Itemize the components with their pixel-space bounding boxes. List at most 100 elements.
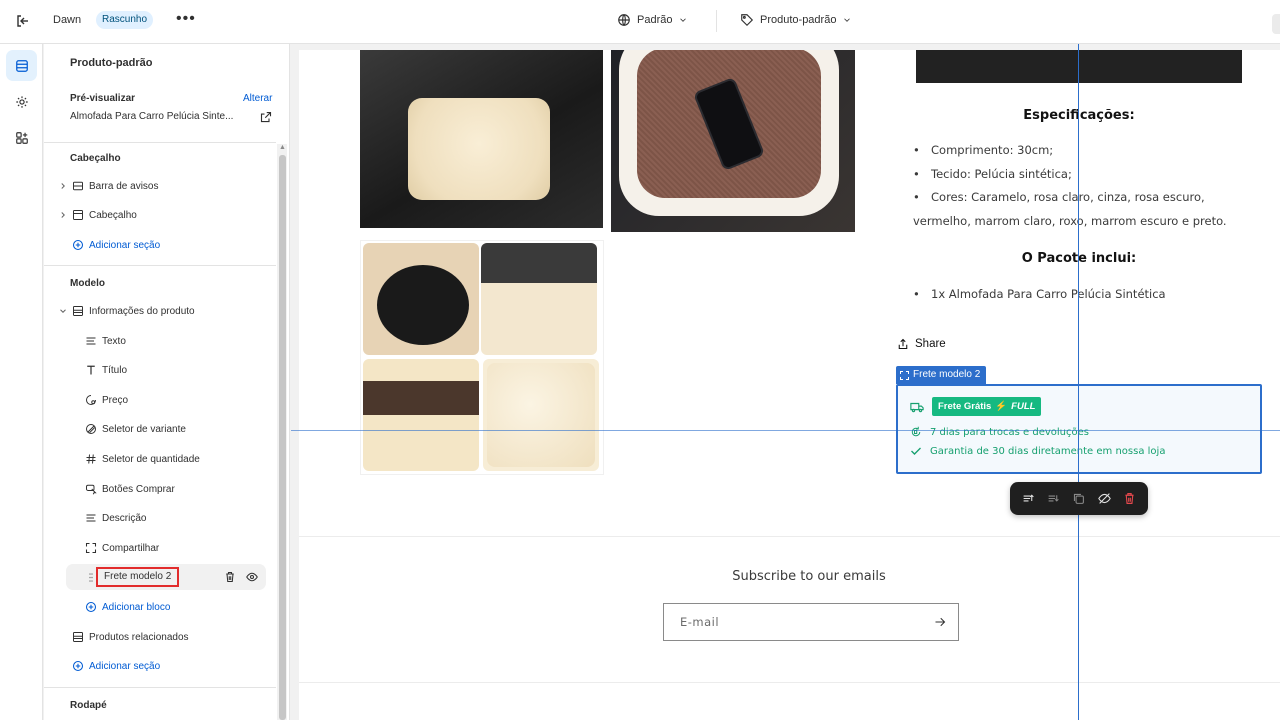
block-label: Botões Comprar [102,483,175,495]
block-tag[interactable]: Frete modelo 2 [896,366,987,384]
duplicate-button[interactable] [1069,489,1089,509]
share-icon [898,338,908,350]
section-label: Barra de avisos [89,180,159,192]
returns-text: 7 dias para trocas e devoluções [930,426,1089,438]
section-item-related-products[interactable]: Produtos relacionados [44,624,276,650]
trash-icon[interactable] [224,571,236,583]
shipping-block[interactable]: Frete Grátis ⚡ FULL 7 dias para trocas e d… [896,384,1262,474]
alignment-guide-vertical [1078,44,1079,720]
move-up-button[interactable] [1019,489,1039,509]
section-heading-footer: Rodapé [70,700,107,711]
divider [299,682,1280,683]
truck-icon [910,402,924,412]
template-selector[interactable]: Produto-padrão [740,13,852,27]
block-item-quantity[interactable]: Seletor de quantidade [44,446,276,472]
section-item-announcement-bar[interactable]: Barra de avisos [44,173,276,199]
block-item-buy-buttons[interactable]: Botões Comprar [44,476,276,502]
settings-tab-button[interactable] [6,86,37,117]
plus-circle-icon [72,239,84,251]
scroll-up-arrow-icon[interactable]: ▲ [279,144,286,152]
delete-button[interactable] [1119,489,1139,509]
block-item-share[interactable]: Compartilhar [44,535,276,561]
arrow-right-icon[interactable] [934,616,946,628]
sidebar-title: Produto-padrão [70,57,153,69]
preset-selector[interactable]: Padrão [617,13,688,27]
free-shipping-label: Frete Grátis [938,401,992,412]
share-frame-icon [85,542,97,554]
block-label: Compartilhar [102,542,160,554]
chevron-down-icon[interactable] [58,306,68,316]
list-item: • Tecido: Pelúcia sintética; [913,166,1072,181]
free-shipping-badge: Frete Grátis ⚡ FULL [932,397,1042,416]
more-actions-button[interactable]: ••• [176,11,196,27]
add-section-label: Adicionar seção [89,239,161,251]
seat-shape [481,243,597,283]
add-section-button[interactable]: Adicionar seção [44,232,276,258]
cushion-shape [408,98,550,200]
section-item-product-info[interactable]: Informações do produto [44,298,276,324]
block-item-frete-modelo-2[interactable]: Frete modelo 2 [66,564,266,590]
warranty-text: Garantia de 30 dias diretamente em nossa… [930,445,1166,457]
email-field[interactable] [664,604,924,640]
layout-icon [73,210,83,220]
text-icon [86,514,96,522]
checkmark-icon [911,447,921,455]
returns-row: 7 dias para trocas e devoluções [910,426,1089,438]
duplicate-icon [1074,493,1085,504]
block-toolbar [1010,482,1148,515]
block-item-title[interactable]: Título [44,357,276,383]
sections-tab-button[interactable] [6,50,37,81]
section-label: Produtos relacionados [89,631,189,643]
globe-icon [618,14,630,26]
move-up-icon [1023,494,1034,502]
block-item-description[interactable]: Descrição [44,505,276,531]
top-bar: Dawn Rascunho ••• Padrão Produto-padrão [0,0,1280,44]
variant-icon [86,424,96,434]
layout-icon [73,181,83,191]
eye-icon[interactable] [246,571,258,583]
trash-icon [1125,493,1134,504]
gear-icon [15,95,28,108]
drag-handle-icon[interactable] [89,573,93,582]
block-item-variant-picker[interactable]: Seletor de variante [44,416,276,442]
block-label: Descrição [102,512,147,524]
base-disc [377,265,469,345]
cushion-shape [487,363,595,467]
section-item-header[interactable]: Cabeçalho [44,202,276,228]
tag-icon [741,14,754,27]
image-quadrant [481,243,597,355]
image-quadrant [363,359,479,471]
chevron-right-icon[interactable] [58,210,68,220]
block-label: Preço [102,394,129,406]
apps-tab-button[interactable] [6,122,37,153]
product-image-4[interactable] [916,50,1242,83]
eye-off-icon [1097,493,1111,504]
buy-button-icon [86,484,97,495]
sections-icon [15,59,28,72]
product-image-1[interactable] [360,50,603,228]
block-item-price[interactable]: Preço [44,387,276,413]
alignment-guide-horizontal [291,430,1280,431]
move-down-button[interactable] [1044,489,1064,509]
add-section-button-2[interactable]: Adicionar seção [44,653,276,679]
block-label: Título [102,364,128,376]
text-icon [86,337,96,345]
share-button[interactable]: Share [897,338,946,350]
template-label: Produto-padrão [760,14,837,26]
sidebar-scrollbar-thumb[interactable] [279,155,286,720]
product-image-3[interactable] [360,240,604,475]
product-image-2[interactable] [611,50,855,232]
block-item-text[interactable]: Texto [44,328,276,354]
selected-block-label: Frete modelo 2 [96,567,180,587]
scrollbar-edge [1272,14,1280,34]
package-heading: O Pacote inclui: [1021,251,1137,266]
external-link-icon[interactable] [260,110,272,123]
add-block-button[interactable]: Adicionar bloco [44,594,276,620]
section-label: Informações do produto [89,305,195,317]
chevron-right-icon[interactable] [58,181,68,191]
exit-icon[interactable] [15,13,31,29]
newsletter-form [663,603,959,641]
preview-change-link[interactable]: Alterar [243,93,272,104]
hide-button[interactable] [1094,489,1114,509]
price-tag-icon [86,395,96,405]
